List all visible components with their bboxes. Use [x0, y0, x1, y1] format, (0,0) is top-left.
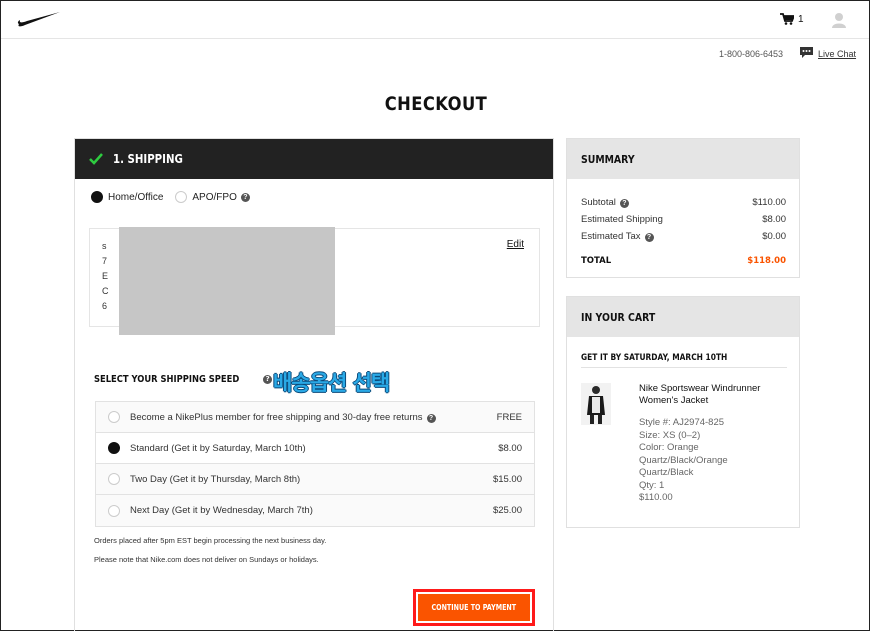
radio-unselected-icon[interactable]: [108, 473, 120, 485]
radio-unselected-icon[interactable]: [108, 411, 120, 423]
cart-button[interactable]: 1: [780, 13, 804, 25]
shipping-option-next-day[interactable]: Next Day (Get it by Wednesday, March 7th…: [96, 495, 534, 526]
help-icon[interactable]: ?: [644, 233, 654, 242]
product-image[interactable]: [581, 383, 611, 425]
product-details: Style #: AJ2974-825 Size: XS (0–2) Color…: [639, 417, 779, 505]
shipping-option-text: Become a NikePlus member for free shippi…: [130, 411, 423, 423]
shipping-option-label: Two Day (Get it by Thursday, March 8th): [130, 473, 301, 485]
shipping-value: $8.00: [762, 214, 786, 225]
phone-number: 1-800-806-6453: [719, 49, 784, 59]
shipping-option-price: $25.00: [492, 505, 522, 516]
address-type-selector: Home/Office APO/FPO ?: [91, 191, 262, 203]
shipping-options-list: Become a NikePlus member for free shippi…: [95, 401, 535, 527]
tax-label: Estimated Tax: [581, 231, 641, 242]
help-icon[interactable]: ?: [619, 199, 629, 208]
shipping-speed-label: SELECT YOUR SHIPPING SPEED: [94, 374, 240, 385]
address-line: 7: [102, 256, 108, 266]
shipping-label: Estimated Shipping: [581, 214, 663, 225]
shipping-option-price: FREE: [496, 411, 522, 423]
summary-rows: Subtotal? $110.00 Estimated Shipping $8.…: [567, 179, 799, 269]
shipping-option-price: $8.00: [498, 442, 522, 454]
subtotal-label-wrap: Subtotal?: [581, 197, 629, 208]
product-name[interactable]: Nike Sportswear Windrunner Women's Jacke…: [639, 383, 789, 407]
summary-heading: SUMMARY: [581, 152, 635, 166]
radio-selected-icon[interactable]: [108, 442, 120, 454]
shipping-option-nikeplus[interactable]: Become a NikePlus member for free shippi…: [96, 402, 534, 433]
address-type-label: Home/Office: [108, 191, 164, 203]
shipping-option-label: Standard (Get it by Saturday, March 10th…: [130, 442, 306, 454]
radio-unselected-icon[interactable]: [175, 191, 188, 203]
product-qty: Qty: 1: [639, 479, 665, 491]
shipping-option-standard[interactable]: Standard (Get it by Saturday, March 10th…: [96, 433, 534, 464]
order-summary-panel: SUMMARY Subtotal? $110.00 Estimated Ship…: [566, 138, 800, 278]
help-row: 1-800-806-6453 Live Chat: [1, 47, 861, 63]
summary-header: SUMMARY: [567, 139, 799, 179]
nike-logo-icon[interactable]: [17, 11, 61, 27]
address-line: s: [102, 241, 107, 251]
checkmark-icon: [89, 153, 103, 165]
shipping-option-label: Become a NikePlus member for free shippi…: [130, 412, 497, 423]
tax-label-wrap: Estimated Tax?: [581, 231, 654, 242]
shipping-option-two-day[interactable]: Two Day (Get it by Thursday, March 8th) …: [96, 464, 534, 495]
subtotal-label: Subtotal: [581, 197, 616, 208]
redacted-address-block: [119, 227, 335, 335]
shipping-step-header: 1. SHIPPING: [75, 139, 553, 179]
help-icon[interactable]: ?: [426, 413, 436, 423]
shipping-step-label: 1. SHIPPING: [113, 152, 183, 166]
continue-highlight: CONTINUE TO PAYMENT: [413, 589, 535, 626]
cart-count: 1: [798, 13, 804, 25]
shipping-address-box: s 7 E C 6 Edit: [89, 227, 540, 335]
annotation-label: 배송옵션 선택: [273, 371, 390, 395]
delivery-estimate: GET IT BY SATURDAY, MARCH 10TH: [581, 353, 728, 363]
address-type-label: APO/FPO: [192, 191, 237, 203]
shipping-option-label: Next Day (Get it by Wednesday, March 7th…: [130, 505, 313, 516]
user-avatar-icon[interactable]: [832, 12, 846, 28]
total-row: TOTAL $118.00: [567, 252, 799, 269]
total-value: $118.00: [747, 255, 786, 266]
tax-value: $0.00: [762, 231, 786, 242]
help-icon[interactable]: ?: [263, 375, 273, 384]
processing-note: Orders placed after 5pm EST begin proces…: [94, 536, 327, 545]
tax-row: Estimated Tax? $0.00: [567, 228, 799, 245]
address-line: 6: [102, 301, 108, 311]
address-type-apo-fpo[interactable]: APO/FPO ?: [175, 191, 250, 203]
product-size: Size: XS (0–2): [639, 429, 701, 441]
cart-panel: IN YOUR CART GET IT BY SATURDAY, MARCH 1…: [566, 296, 800, 528]
address-line: E: [102, 271, 109, 281]
address-line: C: [102, 286, 109, 296]
radio-unselected-icon[interactable]: [108, 504, 120, 517]
cart-heading: IN YOUR CART: [581, 310, 656, 324]
continue-to-payment-button[interactable]: CONTINUE TO PAYMENT: [418, 594, 530, 621]
shipping-option-price: $15.00: [492, 473, 522, 485]
radio-selected-icon[interactable]: [91, 191, 103, 203]
product-style: Style #: AJ2974-825: [639, 417, 725, 428]
shipping-speed-heading: SELECT YOUR SHIPPING SPEED ?: [94, 374, 273, 385]
edit-address-link[interactable]: Edit: [507, 239, 524, 250]
divider: [581, 367, 787, 368]
page-title: CHECKOUT: [384, 93, 488, 115]
top-nav: 1: [1, 1, 869, 39]
live-chat-link[interactable]: Live Chat: [818, 49, 856, 59]
product-price: $110.00: [639, 492, 673, 503]
address-type-home-office[interactable]: Home/Office: [91, 191, 163, 203]
shipping-panel: 1. SHIPPING Home/Office APO/FPO ? s 7 E …: [74, 138, 554, 631]
address-lines: s 7 E C 6: [102, 239, 109, 314]
cart-icon: [780, 13, 794, 25]
product-color: Color: Orange Quartz/Black/Orange Quartz…: [639, 442, 728, 478]
chat-icon[interactable]: [800, 47, 813, 58]
total-label: TOTAL: [581, 255, 612, 266]
subtotal-value: $110.00: [752, 197, 786, 208]
continue-to-payment-label: CONTINUE TO PAYMENT: [431, 603, 517, 612]
cart-header: IN YOUR CART: [567, 297, 799, 337]
delivery-note: Please note that Nike.com does not deliv…: [94, 555, 319, 564]
subtotal-row: Subtotal? $110.00: [567, 194, 799, 211]
help-icon[interactable]: ?: [240, 192, 250, 202]
shipping-row: Estimated Shipping $8.00: [567, 211, 799, 228]
